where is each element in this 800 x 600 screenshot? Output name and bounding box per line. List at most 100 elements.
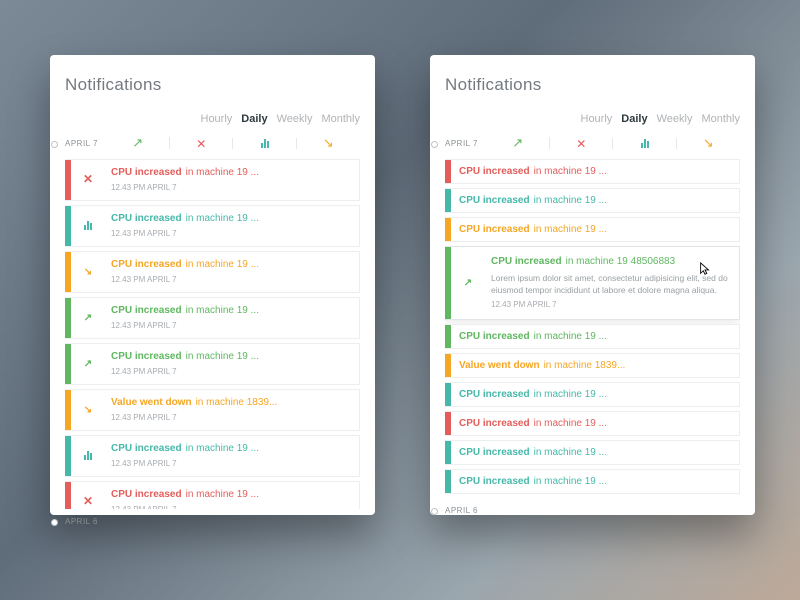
notification-item[interactable]: CPU increasedin machine 19 ... bbox=[445, 382, 740, 407]
color-stripe bbox=[445, 247, 451, 319]
notification-item[interactable]: CPU increased in machine 19 ... 12.43 PM A… bbox=[65, 297, 360, 339]
notification-item[interactable]: CPU increased in machine 19 ... 12.43 PM A… bbox=[65, 481, 360, 509]
filter-trend-up[interactable] bbox=[106, 135, 170, 151]
item-title: Value went down bbox=[459, 360, 540, 371]
notification-list: CPU increased in machine 19 ... CPU increa… bbox=[445, 159, 740, 498]
tab-hourly[interactable]: Hourly bbox=[201, 113, 233, 125]
item-subtitle: in machine 19 48506883 bbox=[566, 256, 676, 267]
filter-trend-down[interactable] bbox=[677, 135, 741, 151]
item-subtitle: in machine 19 ... bbox=[186, 259, 259, 270]
trend-down-icon bbox=[79, 266, 97, 279]
color-stripe bbox=[65, 482, 71, 509]
tab-weekly[interactable]: Weekly bbox=[277, 113, 313, 125]
trend-down-icon bbox=[79, 404, 97, 417]
item-description: Lorem ipsum dolor sit amet, consectetur … bbox=[491, 272, 729, 296]
color-stripe bbox=[445, 441, 451, 464]
color-stripe bbox=[65, 436, 71, 476]
color-stripe bbox=[65, 160, 71, 200]
notification-item[interactable]: CPU increased in machine 19 ... 12.43 PM A… bbox=[65, 435, 360, 477]
period-tabs: Hourly Daily Weekly Monthly bbox=[445, 113, 740, 125]
cross-icon bbox=[196, 136, 206, 151]
notification-item[interactable]: CPU increased in machine 19 ... bbox=[445, 411, 740, 436]
item-subtitle: in machine 19 ... bbox=[534, 224, 607, 235]
tab-monthly[interactable]: Monthly bbox=[701, 113, 740, 125]
date-bottom: APRIL 6 bbox=[445, 506, 740, 515]
item-timestamp: 12.43 PM APRIL 7 bbox=[111, 411, 349, 424]
item-title: CPU increased bbox=[459, 195, 530, 206]
notification-item[interactable]: CPU increasedin machine 19 ... bbox=[445, 440, 740, 465]
bars-icon bbox=[261, 136, 269, 148]
date-top: APRIL 7 bbox=[65, 139, 98, 148]
trend-down-icon bbox=[703, 135, 714, 150]
item-subtitle: in machine 19 ... bbox=[534, 166, 607, 177]
notification-item[interactable]: CPU increasedin machine 19 ...12.43 PM A… bbox=[65, 251, 360, 293]
color-stripe bbox=[445, 189, 451, 212]
notification-item[interactable]: CPU increased in machine 19 ... bbox=[445, 159, 740, 184]
item-title: CPU increased bbox=[111, 259, 182, 270]
filter-bars[interactable] bbox=[613, 136, 677, 151]
filter-cross[interactable] bbox=[550, 136, 614, 151]
filter-trend-down[interactable] bbox=[297, 135, 361, 151]
item-timestamp: 12.43 PM APRIL 7 bbox=[111, 457, 349, 470]
notification-item-expanded[interactable]: CPU increased in machine 19 48506883 Lorem… bbox=[445, 246, 740, 320]
notification-item[interactable]: CPU increased in machine 19 ... 12.43 PM A… bbox=[65, 205, 360, 247]
notification-item[interactable]: Value went downin machine 1839... bbox=[445, 353, 740, 378]
tab-daily[interactable]: Daily bbox=[621, 113, 647, 125]
notification-item[interactable]: CPU increased in machine 19 ... 12.43 PM A… bbox=[65, 159, 360, 201]
item-title: CPU increased bbox=[111, 351, 182, 362]
color-stripe bbox=[445, 412, 451, 435]
item-title: CPU increased bbox=[111, 167, 182, 178]
trend-up-icon bbox=[459, 277, 477, 290]
color-stripe bbox=[445, 218, 451, 241]
item-title: CPU increased bbox=[111, 443, 182, 454]
notification-item[interactable]: CPU increasedin machine 19 ... bbox=[445, 324, 740, 349]
item-subtitle: in machine 19 ... bbox=[534, 418, 607, 429]
item-subtitle: in machine 1839... bbox=[196, 397, 278, 408]
item-timestamp: 12.43 PM APRIL 7 bbox=[111, 181, 349, 194]
filter-trend-up[interactable] bbox=[486, 135, 550, 151]
color-stripe bbox=[445, 383, 451, 406]
item-subtitle: in machine 19 ... bbox=[186, 213, 259, 224]
filter-row: APRIL 7 bbox=[445, 135, 740, 151]
color-stripe bbox=[65, 252, 71, 292]
tab-daily[interactable]: Daily bbox=[241, 113, 267, 125]
tab-weekly[interactable]: Weekly bbox=[657, 113, 693, 125]
notification-item[interactable]: CPU increasedin machine 19 ... bbox=[445, 469, 740, 494]
tab-hourly[interactable]: Hourly bbox=[581, 113, 613, 125]
item-title: CPU increased bbox=[459, 166, 530, 177]
bars-icon bbox=[79, 218, 97, 234]
notifications-panel-expanded: Notifications HourlyDailyWeeklyMonthly A… bbox=[430, 55, 755, 515]
item-title: CPU increased bbox=[111, 489, 182, 500]
filter-cross[interactable] bbox=[170, 136, 234, 151]
date-bottom: APRIL 6 bbox=[65, 517, 360, 526]
item-title: CPU increased bbox=[459, 418, 530, 429]
item-subtitle: in machine 19 ... bbox=[186, 305, 259, 316]
item-timestamp: 12.43 PM APRIL 7 bbox=[111, 503, 349, 509]
trend-up-icon bbox=[79, 312, 97, 325]
trend-down-icon bbox=[323, 135, 334, 150]
trend-up-icon bbox=[79, 358, 97, 371]
filter-row: APRIL 7 bbox=[65, 135, 360, 151]
item-title: CPU increased bbox=[111, 305, 182, 316]
item-title: CPU increased bbox=[459, 476, 530, 487]
period-tabs: Hourly Daily Weekly Monthly bbox=[65, 113, 360, 125]
color-stripe bbox=[445, 160, 451, 183]
notification-item[interactable]: CPU increasedin machine 19 ...12.43 PM A… bbox=[65, 343, 360, 385]
color-stripe bbox=[65, 206, 71, 246]
cross-icon bbox=[79, 173, 97, 187]
tab-monthly[interactable]: Monthly bbox=[321, 113, 360, 125]
notification-item[interactable]: CPU increasedin machine 19 ... bbox=[445, 188, 740, 213]
item-subtitle: in machine 19 ... bbox=[186, 443, 259, 454]
notification-item[interactable]: CPU increasedin machine 19 ... bbox=[445, 217, 740, 242]
item-title: CPU increased bbox=[491, 256, 562, 267]
item-subtitle: in machine 19 ... bbox=[186, 351, 259, 362]
item-timestamp: 12.43 PM APRIL 7 bbox=[111, 319, 349, 332]
item-subtitle: in machine 19 ... bbox=[186, 167, 259, 178]
trend-up-icon bbox=[512, 135, 523, 150]
notifications-panel-collapsed: Notifications HourlyDailyWeeklyMonthly A… bbox=[50, 55, 375, 515]
item-timestamp: 12.43 PM APRIL 7 bbox=[111, 227, 349, 240]
filter-bars[interactable] bbox=[233, 136, 297, 151]
item-subtitle: in machine 19 ... bbox=[186, 489, 259, 500]
notification-item[interactable]: Value went downin machine 1839...12.43 P… bbox=[65, 389, 360, 431]
item-title: CPU increased bbox=[111, 213, 182, 224]
